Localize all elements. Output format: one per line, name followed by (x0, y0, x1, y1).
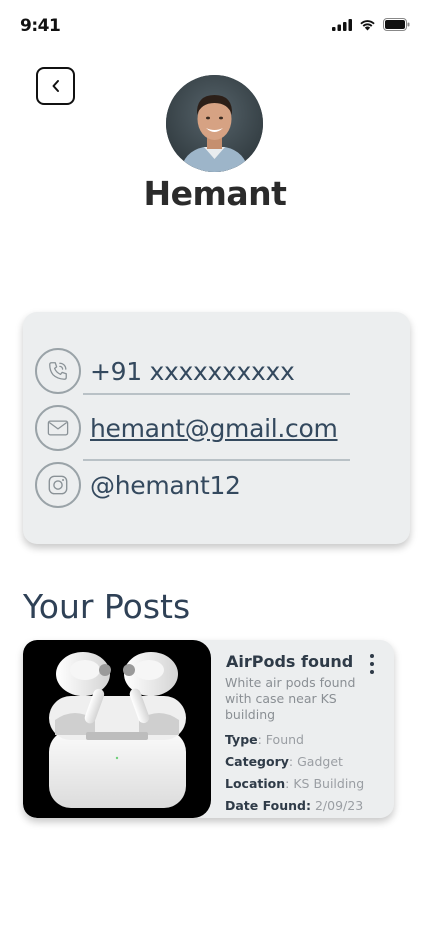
phone-number: +91 xxxxxxxxxx (90, 356, 295, 386)
section-title: Your Posts (23, 587, 191, 626)
menu-dot (370, 670, 374, 674)
menu-dot (370, 662, 374, 666)
more-vertical-icon (370, 654, 374, 658)
profile-name: Hemant (143, 174, 287, 213)
post-location-label: Location (225, 776, 286, 791)
contact-row-email[interactable]: hemant@gmail.com (35, 405, 338, 451)
post-category-label: Category (225, 754, 289, 769)
post-category-value: : Gadget (288, 754, 343, 769)
email-link[interactable]: hemant@gmail.com (90, 414, 338, 443)
instagram-icon (35, 462, 81, 508)
divider (83, 459, 350, 461)
post-type-label: Type (225, 732, 258, 747)
mail-icon (35, 405, 81, 451)
post-category: Category: Gadget (225, 754, 343, 769)
status-icons (332, 18, 410, 31)
post-type: Type: Found (225, 732, 304, 747)
chevron-left-icon (52, 80, 59, 92)
post-date-label: Date Found: (225, 798, 311, 813)
signal-icon (332, 18, 352, 31)
divider (83, 393, 350, 395)
post-date: Date Found: 2/09/23 (225, 798, 363, 813)
contact-row-instagram[interactable]: @hemant12 (35, 462, 241, 508)
status-time: 9:41 (20, 16, 61, 36)
post-type-value: : Found (257, 732, 304, 747)
post-location-value: : KS Building (285, 776, 365, 791)
wifi-icon (360, 19, 375, 30)
post-description: White air pods found with case near KS b… (225, 675, 356, 722)
post-location: Location: KS Building (225, 776, 364, 791)
post-card[interactable]: AirPods found White air pods found with … (23, 640, 394, 818)
back-button[interactable] (36, 67, 75, 105)
contact-row-phone[interactable]: +91 xxxxxxxxxx (35, 348, 295, 394)
post-image (23, 640, 211, 818)
post-date-value: 2/09/23 (310, 798, 364, 813)
instagram-handle: @hemant12 (90, 470, 241, 500)
avatar (166, 75, 263, 172)
phone-icon (35, 348, 81, 394)
contact-card: +91 xxxxxxxxxx hemant@gmail.com @hemant1… (23, 312, 410, 544)
post-title: AirPods found (226, 652, 354, 671)
more-options-button[interactable] (365, 654, 379, 674)
battery-icon (383, 18, 410, 31)
status-bar: 9:41 (0, 0, 430, 54)
